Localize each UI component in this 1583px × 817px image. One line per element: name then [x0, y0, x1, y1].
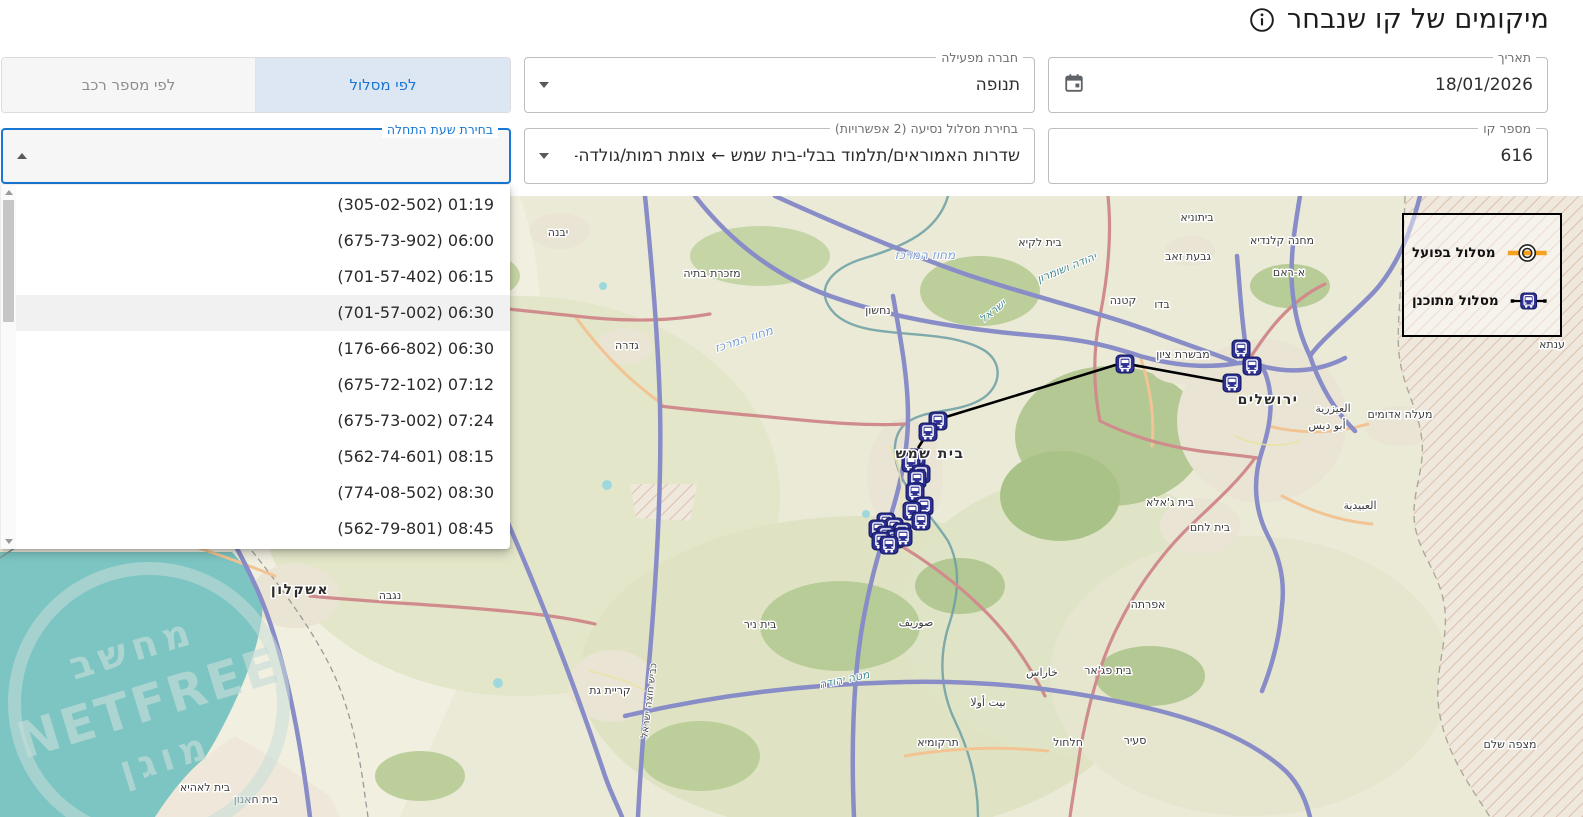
bus-marker[interactable]	[1223, 374, 1241, 392]
page-title: מיקומים של קו שנבחר	[1287, 4, 1549, 35]
map-legend: מסלול בפועל מסלול מתוכנן	[1402, 213, 1562, 337]
map-label: מעלה אדומים	[1368, 408, 1433, 421]
calendar-icon[interactable]	[1063, 72, 1085, 98]
map-label: خاراس	[1026, 666, 1058, 679]
map-label: בית שמש	[896, 446, 965, 462]
map-label: סעיר	[1124, 734, 1147, 747]
route-select[interactable]: בחירת מסלול נסיעה (2 אפשרויות) שדרות האמ…	[524, 128, 1035, 184]
map-label: נחשון	[865, 304, 890, 317]
start-time-option[interactable]: (701-57-402) 06:15	[16, 259, 510, 295]
actual-route-icon	[1506, 242, 1548, 264]
map-label: صوريف	[899, 616, 934, 629]
route-select-value: שדרות האמוראים/תלמוד בבלי-בית שמש ← צומת…	[575, 129, 1020, 183]
bus-marker[interactable]	[1116, 355, 1134, 373]
date-field[interactable]: תאריך 18/01/2026	[1048, 57, 1548, 113]
dropdown-scrollbar[interactable]	[0, 185, 16, 549]
start-time-option[interactable]: (305-02-502) 01:19	[16, 187, 510, 223]
operator-select[interactable]: חברה מפעילה תנופה	[524, 57, 1035, 113]
map-label: אפרתה	[1131, 598, 1166, 611]
scroll-down-icon[interactable]	[5, 539, 13, 544]
chevron-up-icon	[17, 153, 27, 159]
date-field-value: 18/01/2026	[1053, 58, 1533, 112]
start-time-option[interactable]: (701-57-002) 06:30	[16, 295, 510, 331]
legend-label-planned: מסלול מתוכנן	[1412, 293, 1499, 309]
start-time-option[interactable]: (562-74-601) 08:15	[16, 439, 510, 475]
start-time-option[interactable]: (675-73-902) 06:00	[16, 223, 510, 259]
bus-marker[interactable]	[912, 512, 930, 530]
map-label: גבעת זאב	[1165, 250, 1211, 263]
map-label: חלחול	[1053, 736, 1083, 749]
map-label: בית ג'אלא	[1146, 496, 1194, 509]
info-icon[interactable]	[1249, 7, 1275, 33]
tab-by-vehicle-number[interactable]: לפי מספר רכב	[2, 58, 256, 112]
map-label: א-ראם	[1273, 266, 1305, 279]
bus-marker[interactable]	[880, 536, 898, 554]
map-label: ענתא	[1539, 338, 1565, 351]
map-label: יבנה	[548, 226, 568, 239]
legend-row-planned: מסלול מתוכנן	[1412, 277, 1548, 325]
chevron-down-icon	[539, 153, 549, 159]
scrollbar-thumb[interactable]	[3, 200, 14, 322]
map-label: מבשרת ציון	[1156, 348, 1210, 361]
line-number-field[interactable]: מספר קו 616	[1048, 128, 1548, 184]
map-label: אשקלון	[271, 582, 329, 598]
map-label: בית פג'אר	[1084, 664, 1132, 677]
filter-bar: תאריך 18/01/2026 חברה מפעילה תנופה לפי מ…	[1, 57, 1548, 184]
start-time-option[interactable]: (675-73-002) 07:24	[16, 403, 510, 439]
map-label: בית לקיא	[1018, 236, 1061, 249]
map-label: أبو ديس	[1308, 418, 1345, 432]
operator-select-value: תנופה	[575, 58, 1020, 112]
planned-route-icon	[1509, 290, 1548, 312]
chevron-down-icon	[539, 82, 549, 88]
map-label: קטנה	[1110, 294, 1137, 307]
start-time-dropdown-panel: (305-02-502) 01:19(675-73-902) 06:00(701…	[0, 185, 510, 549]
legend-label-actual: מסלול בפועל	[1412, 245, 1496, 261]
start-time-listbox: (305-02-502) 01:19(675-73-902) 06:00(701…	[16, 187, 510, 547]
map-label: בית ניר	[744, 618, 777, 631]
page-header: מיקומים של קו שנבחר	[1249, 4, 1549, 35]
map-label: العيزرية	[1315, 402, 1350, 415]
start-time-select-value	[53, 130, 495, 182]
bus-marker[interactable]	[1232, 340, 1250, 358]
start-time-option[interactable]: (562-79-801) 08:45	[16, 511, 510, 547]
map-label: بيت أولا	[970, 695, 1005, 709]
start-time-option[interactable]: (774-08-502) 08:30	[16, 475, 510, 511]
map-label: מחוז המרכז	[895, 248, 956, 262]
bus-marker[interactable]	[919, 423, 937, 441]
tab-by-route[interactable]: לפי מסלול	[256, 58, 510, 112]
start-time-select[interactable]: בחירת שעת התחלה	[1, 128, 511, 184]
map-label: נגבה	[379, 589, 401, 602]
line-number-value: 616	[1053, 129, 1533, 183]
map-label: בית לאהיא	[180, 781, 230, 794]
map-label: גדרה	[615, 339, 639, 352]
map-label: תרקומיא	[917, 736, 959, 749]
map-label: בדו	[1154, 298, 1169, 311]
scroll-up-icon[interactable]	[5, 190, 13, 195]
bus-marker[interactable]	[1243, 357, 1261, 375]
map-label: מחנה קלנדיא	[1250, 234, 1314, 247]
map-label: العبيدية	[1343, 499, 1376, 512]
start-time-option[interactable]: (675-72-102) 07:12	[16, 367, 510, 403]
map-label: קריית גת	[589, 684, 630, 697]
map-label: מזכרת בתיה	[683, 267, 740, 280]
map-label: בית לחם	[1190, 521, 1230, 534]
start-time-option[interactable]: (176-66-802) 06:30	[16, 331, 510, 367]
map-label: ירושלים	[1238, 392, 1299, 408]
map-label: בית חאנון	[234, 793, 278, 806]
map-label: מצפה שלם	[1484, 738, 1537, 751]
legend-row-actual: מסלול בפועל	[1412, 229, 1548, 277]
map-label: ביתוניא	[1180, 211, 1213, 224]
search-mode-tabs: לפי מסלול לפי מספר רכב	[1, 57, 511, 113]
